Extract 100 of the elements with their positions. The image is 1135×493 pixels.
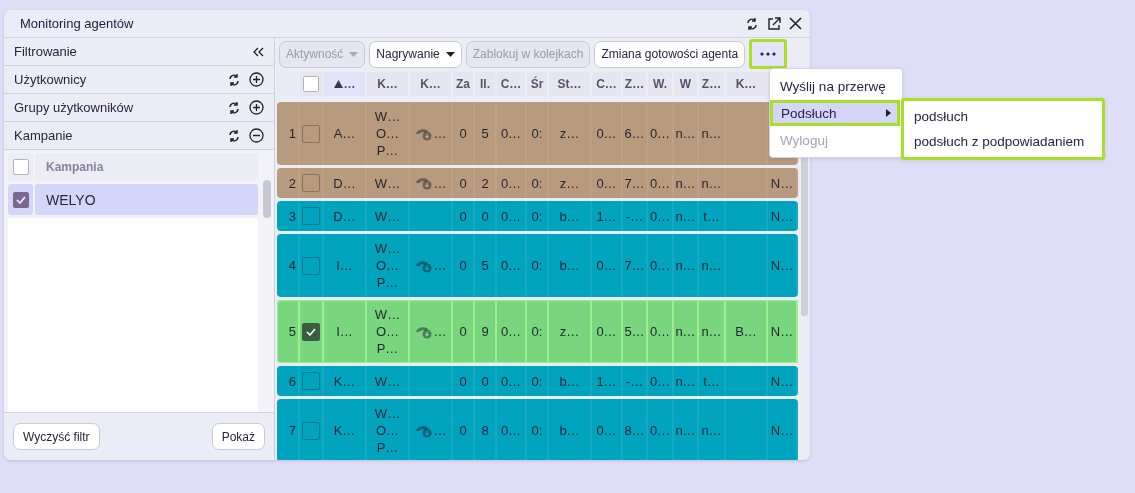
checkmark-icon xyxy=(306,327,316,336)
plus-circle-icon[interactable] xyxy=(249,72,264,87)
column-header[interactable]: … xyxy=(324,72,367,96)
more-icon xyxy=(760,52,777,56)
table-cell: 0… xyxy=(596,174,617,192)
table-cell: 8 xyxy=(481,422,489,439)
table-cell: 0 xyxy=(459,372,467,390)
column-header[interactable]: C… xyxy=(592,72,623,96)
column-header[interactable]: Il. xyxy=(475,72,497,96)
table-cell: n… xyxy=(675,207,696,225)
collapse-icon[interactable] xyxy=(252,46,264,57)
table-cell: W… xyxy=(374,306,401,323)
refresh-icon[interactable] xyxy=(227,72,241,87)
table-cell: 0: xyxy=(531,372,543,390)
table-cell: 0 xyxy=(459,257,467,274)
table-cell: n… xyxy=(675,323,696,340)
table-cell: 0: xyxy=(531,207,543,225)
table-cell: b… xyxy=(559,372,580,390)
more-button[interactable] xyxy=(749,39,788,69)
action-button[interactable]: Wyczyść filtr xyxy=(13,423,100,450)
table-cell: W… xyxy=(374,405,401,422)
menu-item[interactable]: podsłuch z podpowiadaniem xyxy=(904,129,1102,154)
table-cell: P… xyxy=(376,142,399,159)
table-cell: 0… xyxy=(649,207,671,225)
table-cell: 0… xyxy=(649,372,671,390)
table-cell: 8… xyxy=(624,422,645,439)
table-row[interactable]: 4 I… W… O… P… … 0 5 0… 0: b… 0… 7… 0… n… n… N… xyxy=(277,234,798,297)
section-label[interactable]: Grupy użytkowników xyxy=(14,100,134,115)
table-cell: O… xyxy=(375,257,400,274)
toolbar-button[interactable]: Zmiana gotowości agenta xyxy=(594,40,746,68)
table-cell: I… xyxy=(336,257,353,274)
toolbar-button[interactable]: Nagrywanie xyxy=(369,40,462,68)
checkbox[interactable] xyxy=(302,322,320,341)
table-cell: 0 xyxy=(459,207,467,225)
checkbox[interactable] xyxy=(303,76,319,92)
table-cell: W… xyxy=(374,174,401,192)
table-cell: -… xyxy=(625,372,644,390)
section-label[interactable]: Kampanie xyxy=(14,128,73,143)
menu-item[interactable]: Podsłuch xyxy=(770,100,900,126)
table-row[interactable]: 5 I… W… O… P… … 0 9 0… 0: z… 0… 5… 0… n… n… B… N… xyxy=(277,300,798,363)
table-cell: z… xyxy=(559,323,580,340)
column-header[interactable]: Z… xyxy=(699,72,726,96)
refresh-icon[interactable] xyxy=(227,100,241,115)
refresh-icon[interactable] xyxy=(745,16,759,31)
table-row[interactable]: 6 K… W… 0 0 0… 0: b… 1… -… 0… n… t… N… xyxy=(277,366,798,396)
phone-download-icon xyxy=(414,258,433,273)
table-cell: K… xyxy=(333,372,356,390)
table-cell: O… xyxy=(375,125,400,142)
campaign-item[interactable]: WELYO xyxy=(35,184,258,215)
table-cell: n… xyxy=(675,125,696,142)
phone-download-icon xyxy=(414,126,433,141)
window-title: Monitoring agentów xyxy=(20,16,134,31)
table-cell: 6… xyxy=(624,125,645,142)
column-header[interactable]: W xyxy=(674,72,699,96)
table-row[interactable]: 2 D… W… … 0 2 0… 0: z… 0… 7… 0… n… n… N… xyxy=(277,168,798,198)
sort-icon xyxy=(333,80,343,88)
table-cell: n… xyxy=(675,257,696,274)
column-header[interactable]: Śr xyxy=(527,72,549,96)
row-number: 7 xyxy=(288,422,296,439)
checkbox[interactable] xyxy=(12,159,29,175)
table-cell: 0: xyxy=(531,422,543,439)
table-cell: z… xyxy=(559,125,580,142)
column-header[interactable]: C… xyxy=(497,72,527,96)
action-button[interactable]: Pokaż xyxy=(211,423,265,450)
table-row[interactable]: 7 K… W… O… P… … 0 8 0… 0: b… 0… 8… 0… n… n… N… xyxy=(277,399,798,460)
table-cell: 0… xyxy=(500,174,522,192)
table-cell: 0… xyxy=(596,323,617,340)
menu-item[interactable]: podsłuch xyxy=(904,104,1102,129)
table-cell: n… xyxy=(701,422,722,439)
table-cell: K… xyxy=(333,422,356,439)
column-header[interactable]: Z… xyxy=(623,72,648,96)
checkbox[interactable] xyxy=(12,191,29,208)
column-header[interactable]: St… xyxy=(549,72,592,96)
table-cell: 0… xyxy=(500,257,522,274)
table-cell: n… xyxy=(701,323,722,340)
panel-title: Filtrowanie xyxy=(14,44,77,59)
minus-circle-icon[interactable] xyxy=(249,128,264,143)
table-cell: b… xyxy=(559,422,580,439)
column-header[interactable]: K… xyxy=(410,72,453,96)
close-icon[interactable] xyxy=(789,17,802,30)
table-row[interactable]: 3 D… W… 0 0 0… 0: b… 1… -… 0… n… t… N… xyxy=(277,201,798,231)
table-cell: 0… xyxy=(500,372,522,390)
checkmark-icon xyxy=(15,195,26,204)
column-header[interactable]: W. xyxy=(648,72,674,96)
column-header[interactable]: K… xyxy=(726,72,768,96)
table-cell: W… xyxy=(374,372,401,390)
table-cell: N… xyxy=(770,323,794,340)
column-header[interactable]: K… xyxy=(367,72,410,96)
row-number: 1 xyxy=(288,125,296,142)
section-label[interactable]: Użytkownicy xyxy=(14,72,87,87)
table-cell: 2 xyxy=(481,174,489,192)
table-cell: 0: xyxy=(531,323,543,340)
table-cell: W… xyxy=(374,108,401,125)
refresh-icon[interactable] xyxy=(227,128,241,143)
popout-icon[interactable] xyxy=(767,16,781,31)
table-cell: 5… xyxy=(624,323,645,340)
menu-item[interactable]: Wyślij na przerwę xyxy=(770,73,902,99)
table-cell: 0… xyxy=(500,207,522,225)
plus-circle-icon[interactable] xyxy=(249,100,264,115)
column-header[interactable]: Za xyxy=(453,72,475,96)
